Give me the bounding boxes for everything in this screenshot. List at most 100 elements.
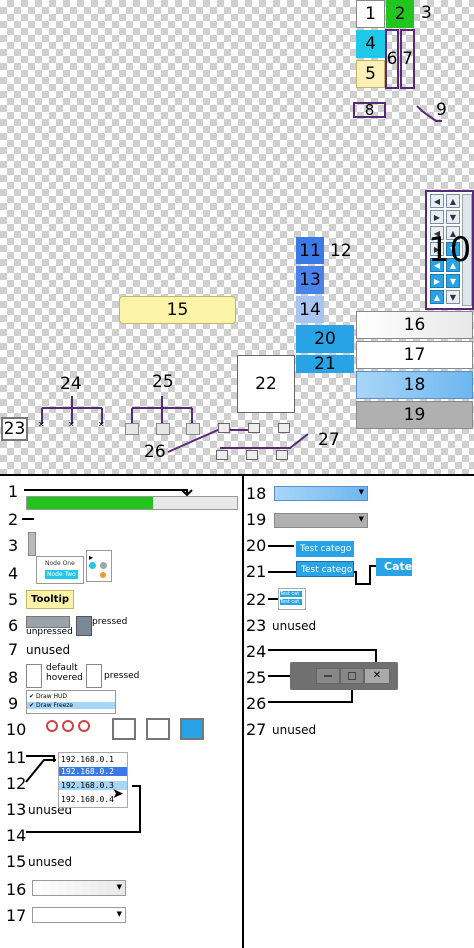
chevron-down-icon: ▼ [358, 515, 364, 523]
menu-item-label: Draw Freeze [35, 702, 74, 709]
legend-number-19: 19 [246, 510, 267, 529]
arrow-down-icon: ▼ [446, 290, 460, 304]
atlas-tile-6: 6 [385, 29, 399, 89]
category-tab-active[interactable]: Cate [376, 558, 412, 576]
atlas-label-4: 4 [365, 34, 376, 54]
maximize-button[interactable] [340, 668, 364, 684]
restore-icon [276, 450, 288, 460]
legend-number-2: 2 [8, 510, 19, 529]
dropdown-normal[interactable]: ▼ [32, 880, 126, 896]
minimize-icon [125, 423, 139, 435]
legend-number-27: 27 [246, 720, 267, 739]
atlas-tile-20: 20 [296, 325, 354, 353]
atlas-label-20: 20 [314, 329, 336, 349]
checkbox-icon: ✕ [68, 420, 75, 429]
atlas-tile-7: 7 [400, 29, 415, 89]
legend-number-8: 8 [8, 668, 19, 687]
tooltip-text: Tooltip [31, 594, 70, 605]
unpressed-label: unpressed [26, 627, 73, 637]
atlas-tile-4: 4 [356, 30, 385, 58]
menu-item-label: Draw HUD [35, 693, 68, 700]
atlas-label-12: 12 [330, 241, 352, 261]
list-item[interactable]: 192.168.0.1 [61, 755, 114, 764]
category-tab-1[interactable]: Test catego [296, 541, 354, 557]
close-button[interactable]: ✕ [364, 668, 390, 684]
arrow-up-icon: ▲ [430, 290, 444, 304]
atlas-label-27: 27 [318, 430, 340, 450]
menu-item-draw-freeze[interactable]: ✔ Draw Freeze [27, 702, 115, 709]
checkbox-icon: ✕ [38, 420, 45, 429]
category-small-item: Test cat [280, 591, 302, 597]
restore-icon [216, 450, 228, 460]
atlas-tile-8: 8 [353, 101, 386, 119]
atlas-label-11: 11 [299, 240, 321, 261]
list-item[interactable]: 192.168.0.4 [61, 795, 114, 804]
chevron-down-icon: ▼ [116, 883, 122, 891]
legend-number-24: 24 [246, 642, 267, 661]
atlas-tile-22: 22 [237, 355, 295, 413]
chevron-right-icon: ▸ [89, 553, 94, 562]
target-tile-blue [180, 718, 204, 740]
minimize-button[interactable] [316, 668, 340, 684]
tree-node-two: Node Two [45, 570, 78, 579]
menu-panel: ✔ Draw HUD ✔ Draw Freeze [26, 690, 116, 714]
circle-cyan-icon [89, 562, 96, 569]
maximize-icon [248, 423, 260, 433]
atlas-label-18: 18 [403, 375, 426, 395]
dropdown-hover[interactable]: ▼ [32, 907, 126, 923]
dropdown-focused[interactable]: ▼ [274, 486, 368, 501]
atlas-label-3: 3 [421, 3, 432, 23]
atlas-label-10: 10 [428, 230, 472, 270]
atlas-tile-17: 17 [356, 341, 473, 369]
atlas-label-17: 17 [403, 345, 426, 365]
maximize-icon [218, 423, 230, 433]
tree-icons: ▸ [86, 550, 112, 582]
checkmark-icon: ✔ [29, 702, 35, 709]
legend-number-26: 26 [246, 694, 267, 713]
legend-number-9: 9 [8, 694, 19, 713]
atlas-label-16: 16 [403, 315, 426, 335]
legend-arrow-22 [268, 598, 278, 600]
unused-label-23: unused [272, 619, 317, 633]
mouse-cursor-icon: ➤ [112, 786, 124, 802]
atlas-tile-21: 21 [296, 354, 354, 374]
atlas-label-6: 6 [386, 49, 398, 69]
atlas-label-14: 14 [299, 299, 321, 320]
category-tab-label: Test catego [300, 544, 352, 554]
atlas-tile-23: 23 [1, 417, 28, 441]
legend-number-22: 22 [246, 590, 267, 609]
atlas-label-19: 19 [403, 405, 426, 425]
legend-arrow-2 [22, 518, 34, 520]
dropdown-disabled: ▼ [274, 513, 368, 528]
atlas-tile-13: 13 [296, 266, 324, 294]
category-small: Test cat Test cat [278, 588, 306, 610]
category-tab-2[interactable]: Test catego [296, 561, 354, 577]
target-icon [78, 720, 90, 732]
arrow-left-icon: ◀ [430, 194, 444, 208]
unused-label-7: unused [26, 643, 71, 657]
minimize-icon [324, 675, 332, 677]
pressed-label: pressed [92, 617, 128, 627]
default-label: default [46, 663, 78, 673]
circle-orange-icon [100, 572, 106, 578]
legend-divider-vertical [242, 474, 244, 948]
atlas-tile-11: 11 [296, 237, 324, 264]
atlas-label-7: 7 [402, 49, 413, 69]
button-pressed-2 [86, 664, 102, 688]
legend-divider-horizontal [0, 474, 474, 476]
target-tile [112, 718, 136, 740]
progress-fill [27, 497, 153, 509]
tree-view: Node One Node Two [36, 556, 84, 584]
atlas-tile-19: 19 [356, 401, 473, 429]
atlas-label-2: 2 [394, 4, 406, 24]
atlas-label-24: 24 [60, 374, 82, 394]
arrow-down-icon: ▼ [446, 210, 460, 224]
maximize-icon [348, 672, 356, 680]
menu-item-draw-hud[interactable]: ✔ Draw HUD [29, 693, 67, 700]
legend-number-4: 4 [8, 564, 19, 583]
list-item-selected[interactable]: 192.168.0.2 [59, 767, 127, 776]
atlas-tile-2: 2 [386, 0, 414, 28]
category-small-item: Test cat [280, 599, 302, 605]
window-titlebar: ✕ [290, 662, 398, 690]
splitter-handle [28, 532, 36, 556]
